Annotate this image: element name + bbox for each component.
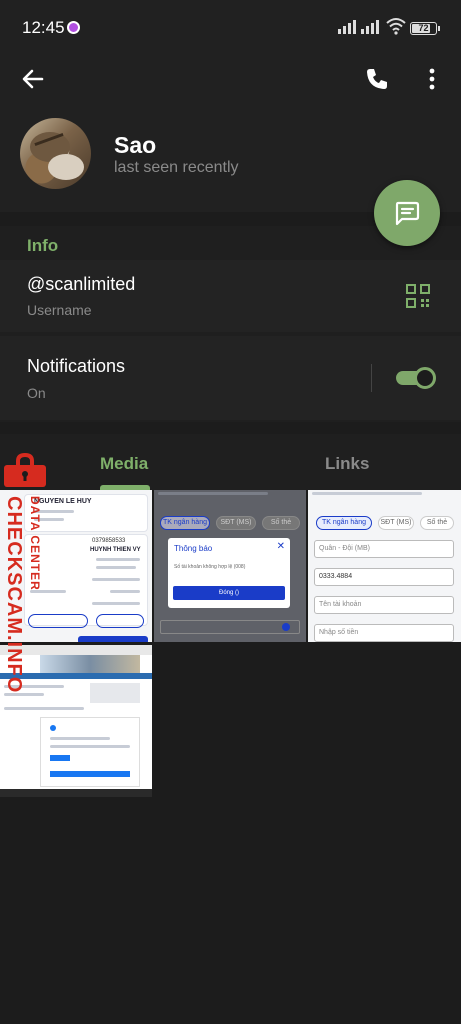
more-vertical-icon[interactable] xyxy=(420,64,444,94)
media-thumbnail-dialog[interactable]: TK ngân hàng SĐT (MS) Số thẻ Thông báo ✕… xyxy=(154,490,306,642)
close-icon: ✕ xyxy=(276,541,285,552)
messenger-notification-icon xyxy=(67,21,80,34)
dialog-bg-tab-bank: TK ngân hàng xyxy=(160,516,210,530)
username-row[interactable] xyxy=(0,260,461,332)
form-account-input: 0333.4884 xyxy=(314,568,454,586)
lock-icon xyxy=(4,452,46,487)
status-bar: 12:45 72 xyxy=(0,0,461,56)
username-value: @scanlimited xyxy=(27,274,136,294)
qr-code-icon[interactable] xyxy=(406,284,430,308)
dialog-bg-tab-card: Số thẻ xyxy=(262,516,300,530)
notifications-toggle[interactable] xyxy=(396,366,436,389)
battery-level: 72 xyxy=(418,23,429,33)
watermark: DATA CENTER CHECKSCAM.INFO xyxy=(0,452,52,693)
media-grid: NGUYEN LE HUY 0379858533 HUYNH THIEN VY … xyxy=(0,490,461,1024)
notifications-row[interactable] xyxy=(0,336,461,420)
media-tabs: Media Links xyxy=(0,434,461,490)
dialog-title: Thông báo xyxy=(174,544,213,553)
status-time: 12:45 xyxy=(22,18,65,37)
dialog-close-button: Đóng () xyxy=(173,586,285,600)
form-tab-phone: SĐT (MS) xyxy=(378,516,414,530)
form-amount-input: Nhập số tiền xyxy=(314,624,454,642)
form-tab-card: Số thẻ xyxy=(420,516,454,530)
error-dialog: Thông báo ✕ Số tài khoản không hợp lệ (0… xyxy=(168,538,290,608)
avatar[interactable] xyxy=(20,118,91,189)
contact-name: Sao xyxy=(114,132,157,158)
watermark-line1: DATA CENTER xyxy=(28,496,42,591)
phone-icon[interactable] xyxy=(362,64,392,94)
notifications-value: On xyxy=(27,385,46,401)
dialog-message: Số tài khoản không hợp lệ (008) xyxy=(174,564,246,570)
dialog-bg-tab-phone: SĐT (MS) xyxy=(216,516,256,530)
form-bank-select: Quân - Đội (MB) xyxy=(314,540,454,558)
back-arrow-icon[interactable] xyxy=(18,64,48,94)
signal-icon-2 xyxy=(361,20,379,34)
message-icon xyxy=(395,201,420,226)
signal-icon xyxy=(338,20,356,34)
receipt-amount: 0379858533 xyxy=(92,538,126,544)
username-label: Username xyxy=(27,302,92,318)
watermark-line2: CHECKSCAM.INFO xyxy=(3,496,25,694)
form-tab-bank: TK ngân hàng xyxy=(316,516,372,530)
tab-links[interactable]: Links xyxy=(325,454,369,474)
battery-icon: 72 xyxy=(410,22,440,35)
wifi-icon xyxy=(386,18,406,35)
notifications-label: Notifications xyxy=(27,356,126,376)
message-button[interactable] xyxy=(374,180,440,246)
info-heading: Info xyxy=(27,236,59,255)
form-name-input: Tên tài khoản xyxy=(314,596,454,614)
last-seen-status: last seen recently xyxy=(114,159,239,176)
media-thumbnail-transfer-form[interactable]: TK ngân hàng SĐT (MS) Số thẻ Quân - Đội … xyxy=(308,490,461,642)
receipt-recipient: HUYNH THIEN VY xyxy=(90,547,141,553)
divider xyxy=(371,364,372,392)
tab-media[interactable]: Media xyxy=(100,454,148,474)
info-section: Info @scanlimited Username Notifications… xyxy=(0,226,461,422)
